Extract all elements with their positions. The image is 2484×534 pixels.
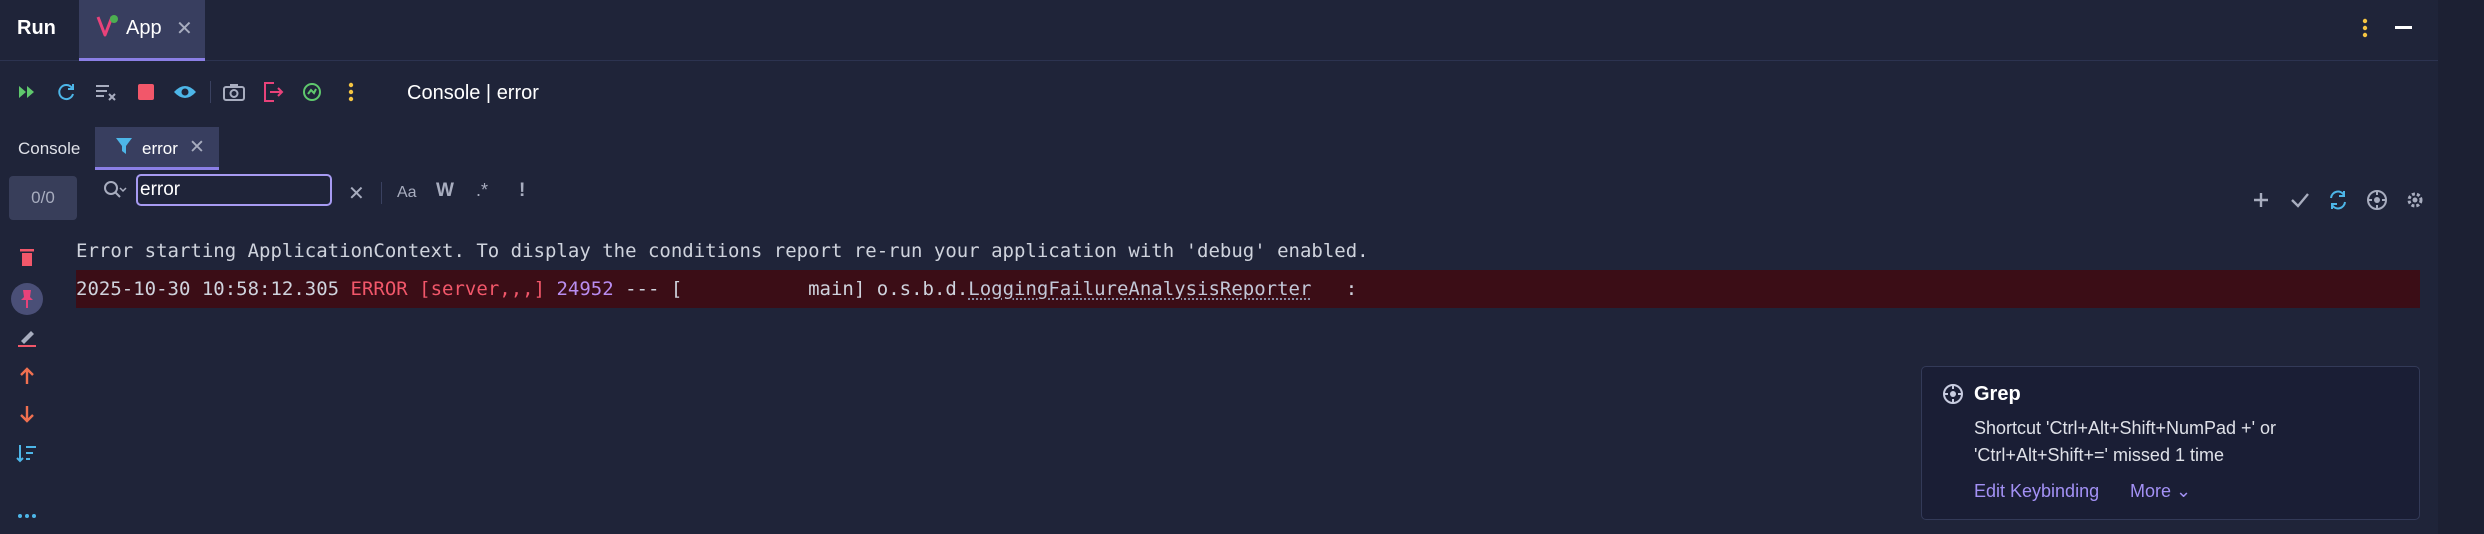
edit-keybinding-link[interactable]: Edit Keybinding — [1974, 481, 2099, 502]
sync-icon[interactable] — [2323, 185, 2353, 215]
pin-icon[interactable] — [11, 283, 43, 315]
arrow-up-icon[interactable] — [13, 362, 41, 390]
scroll-gutter — [2438, 0, 2484, 534]
more-link[interactable]: More ⌄ — [2130, 481, 2191, 502]
log-timestamp: 2025-10-30 10:58:12.305 — [76, 278, 351, 300]
log-pid: 24952 — [556, 278, 614, 300]
rerun-icon[interactable] — [13, 73, 43, 111]
watch-icon[interactable] — [170, 73, 200, 111]
tab-app-label: App — [126, 17, 162, 39]
log-level: ERROR [server,,,] — [350, 278, 557, 300]
minimize-icon[interactable] — [2395, 26, 2412, 29]
grep-icon[interactable] — [2362, 185, 2392, 215]
match-case-toggle[interactable]: Aa — [397, 184, 417, 202]
search-input[interactable] — [136, 174, 332, 206]
more-vertical-icon[interactable] — [2360, 14, 2370, 42]
restart-icon[interactable] — [52, 73, 82, 111]
grep-notification: Grep Shortcut 'Ctrl+Alt+Shift+NumPad +' … — [1921, 366, 2420, 520]
notification-body: Shortcut 'Ctrl+Alt+Shift+NumPad +' or 'C… — [1974, 418, 2277, 465]
filter-icon — [115, 137, 133, 160]
console-title: Console | error — [407, 82, 539, 104]
match-counter: 0/0 — [9, 176, 77, 220]
run-title: Run — [17, 17, 56, 39]
exclude-toggle[interactable]: ! — [519, 180, 525, 202]
console-error-line: 2025-10-30 10:58:12.305 ERROR [server,,,… — [76, 278, 1357, 300]
arrow-down-icon[interactable] — [13, 400, 41, 428]
whole-word-toggle[interactable]: W — [436, 180, 454, 202]
tool-window-header: Run App ✕ — [0, 0, 2438, 61]
notification-title: Grep — [1974, 383, 2021, 405]
tab-error-label: error — [142, 139, 178, 158]
sort-icon[interactable] — [13, 439, 41, 467]
clear-search-icon[interactable]: ✕ — [348, 181, 365, 206]
log-class-link[interactable]: LoggingFailureAnalysisReporter — [968, 278, 1311, 300]
more-horizontal-icon[interactable] — [13, 502, 41, 530]
clear-all-icon[interactable] — [91, 73, 121, 111]
search-history-icon[interactable] — [103, 180, 127, 207]
settings-gear-icon[interactable] — [2400, 185, 2430, 215]
search-separator — [381, 182, 382, 204]
close-icon[interactable]: ✕ — [176, 16, 193, 41]
delete-icon[interactable] — [13, 243, 41, 271]
grep-icon — [1942, 383, 1964, 410]
profiler-icon[interactable] — [297, 73, 327, 111]
screenshot-icon[interactable] — [219, 73, 249, 111]
log-tail: : — [1311, 278, 1358, 300]
tab-console[interactable]: Console — [18, 139, 80, 159]
stop-icon[interactable] — [131, 73, 161, 111]
regex-toggle[interactable]: .* — [476, 180, 488, 201]
check-icon[interactable] — [2285, 185, 2315, 215]
tab-app[interactable]: App ✕ — [79, 0, 205, 61]
toolbar-separator — [210, 81, 211, 103]
console-line: Error starting ApplicationContext. To di… — [76, 240, 1369, 262]
more-vertical-icon[interactable] — [336, 73, 366, 111]
exit-icon[interactable] — [258, 73, 288, 111]
log-thread: --- [ main] o.s.b.d. — [613, 278, 969, 300]
add-icon[interactable] — [2246, 185, 2276, 215]
vaadin-app-icon — [95, 14, 119, 38]
highlight-icon[interactable] — [13, 323, 41, 351]
tab-error[interactable]: error ✕ — [95, 127, 219, 170]
close-icon[interactable]: ✕ — [189, 136, 205, 159]
